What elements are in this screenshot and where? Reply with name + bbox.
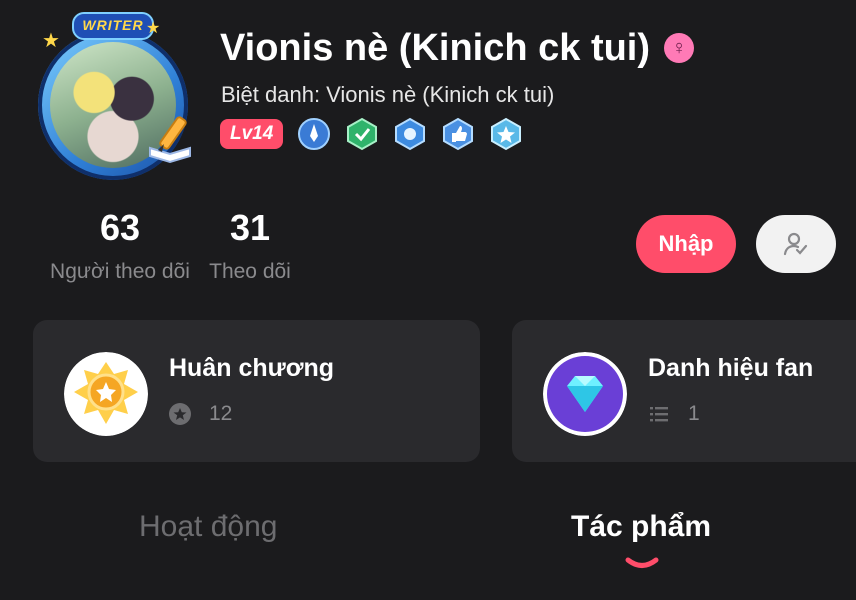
profile-name-row: Vionis nè (Kinich ck tui) ♀ xyxy=(220,26,695,70)
nickname-value: Vionis nè (Kinich ck tui) xyxy=(326,82,555,107)
fan-title-card[interactable]: Danh hiệu fan 1 xyxy=(512,320,856,462)
followers-label: Người theo dõi xyxy=(50,260,190,283)
star-circle-icon xyxy=(169,403,191,425)
badges-row: Lv14 xyxy=(220,117,523,151)
medals-meta: 12 xyxy=(169,402,232,426)
pen-medal-icon[interactable] xyxy=(297,117,331,151)
tab-activity[interactable]: Hoạt động xyxy=(139,510,277,544)
fan-title-title: Danh hiệu fan xyxy=(648,354,814,382)
star-icon: ★ xyxy=(42,30,60,52)
level-badge[interactable]: Lv14 xyxy=(220,119,284,149)
blue-medal-icon[interactable] xyxy=(393,117,427,151)
medals-count: 12 xyxy=(209,402,233,425)
female-icon: ♀ xyxy=(664,33,695,63)
star-medal-icon[interactable] xyxy=(489,117,523,151)
star-icon: ★ xyxy=(146,20,161,37)
nickname-label: Biệt danh: xyxy=(221,82,321,107)
green-medal-icon[interactable] xyxy=(345,117,379,151)
medal-icon xyxy=(64,352,148,436)
nickname-row: Biệt danh: Vionis nè (Kinich ck tui) xyxy=(221,82,554,108)
medals-card[interactable]: Huân chương 12 xyxy=(33,320,480,462)
avatar[interactable]: WRITER ★ ★ xyxy=(24,12,196,182)
diamond-icon xyxy=(543,352,627,436)
list-icon xyxy=(648,403,670,425)
following-count: 31 xyxy=(229,207,271,248)
writer-badge: WRITER xyxy=(72,12,154,40)
username: Vionis nè (Kinich ck tui) xyxy=(220,27,651,69)
tab-active-indicator xyxy=(625,557,659,568)
tab-works[interactable]: Tác phẩm xyxy=(571,510,711,544)
followers-count: 63 xyxy=(99,207,141,248)
thumbs-up-medal-icon[interactable] xyxy=(441,117,475,151)
import-button[interactable]: Nhập xyxy=(636,215,736,273)
medals-title: Huân chương xyxy=(169,354,335,382)
user-check-icon xyxy=(783,232,808,256)
followers-stat[interactable]: 63 Người theo dõi xyxy=(40,206,200,284)
follow-button[interactable] xyxy=(756,215,836,273)
fan-title-meta: 1 xyxy=(648,402,700,426)
following-label: Theo dõi xyxy=(209,260,291,283)
fan-title-count: 1 xyxy=(688,402,700,425)
pen-book-icon xyxy=(149,116,191,164)
following-stat[interactable]: 31 Theo dõi xyxy=(203,206,297,284)
